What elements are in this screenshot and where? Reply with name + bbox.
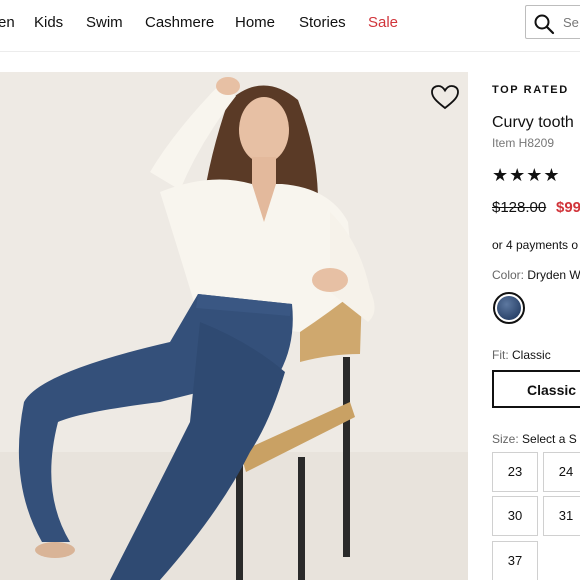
- fit-row: Fit: Classic: [492, 348, 551, 362]
- fit-label: Fit:: [492, 348, 509, 362]
- rating-stars[interactable]: ★★★★: [492, 165, 561, 186]
- nav-item-women[interactable]: en: [0, 14, 15, 31]
- nav-item-swim[interactable]: Swim: [86, 14, 123, 31]
- size-option-30[interactable]: 30: [492, 496, 538, 536]
- fit-option-label: Classic: [527, 382, 577, 398]
- size-label: Size:: [492, 432, 519, 446]
- search-input[interactable]: Se: [525, 5, 580, 39]
- search-placeholder: Se: [563, 15, 579, 30]
- original-price: $128.00: [492, 199, 547, 216]
- nav-item-cashmere[interactable]: Cashmere: [145, 14, 214, 31]
- size-option-24[interactable]: 24: [543, 452, 580, 492]
- nav-item-sale[interactable]: Sale: [368, 14, 398, 31]
- star-icon: ★★★★: [492, 165, 561, 185]
- size-row: Size: Select a S: [492, 432, 577, 446]
- nav-item-home[interactable]: Home: [235, 14, 275, 31]
- color-value: Dryden W: [527, 268, 580, 282]
- size-option-31[interactable]: 31: [543, 496, 580, 536]
- top-nav: en Kids Swim Cashmere Home Stories Sale …: [0, 0, 580, 52]
- item-number: Item H8209: [492, 136, 555, 150]
- size-option-37[interactable]: 37: [492, 541, 538, 580]
- product-title: Curvy tooth: [492, 114, 574, 131]
- heart-icon: [431, 85, 459, 110]
- size-value: Select a S: [522, 432, 577, 446]
- product-image: [0, 72, 468, 580]
- nav-item-stories[interactable]: Stories: [299, 14, 346, 31]
- color-swatch[interactable]: [493, 292, 525, 324]
- model-photo: [0, 72, 468, 580]
- size-option-23[interactable]: 23: [492, 452, 538, 492]
- color-row: Color: Dryden W: [492, 268, 580, 282]
- search-icon: [534, 14, 555, 35]
- wishlist-button[interactable]: [430, 84, 460, 110]
- sale-price: $99: [556, 199, 580, 216]
- swatch-fill: [497, 296, 521, 320]
- product-info-panel: TOP RATED Curvy tooth Item H8209 ★★★★ $1…: [468, 52, 580, 580]
- payments-text: or 4 payments o: [492, 238, 579, 252]
- fit-value: Classic: [512, 348, 551, 362]
- nav-item-kids[interactable]: Kids: [34, 14, 63, 31]
- color-label: Color:: [492, 268, 525, 282]
- top-rated-badge: TOP RATED: [492, 84, 569, 96]
- fit-option-classic[interactable]: Classic: [492, 370, 580, 408]
